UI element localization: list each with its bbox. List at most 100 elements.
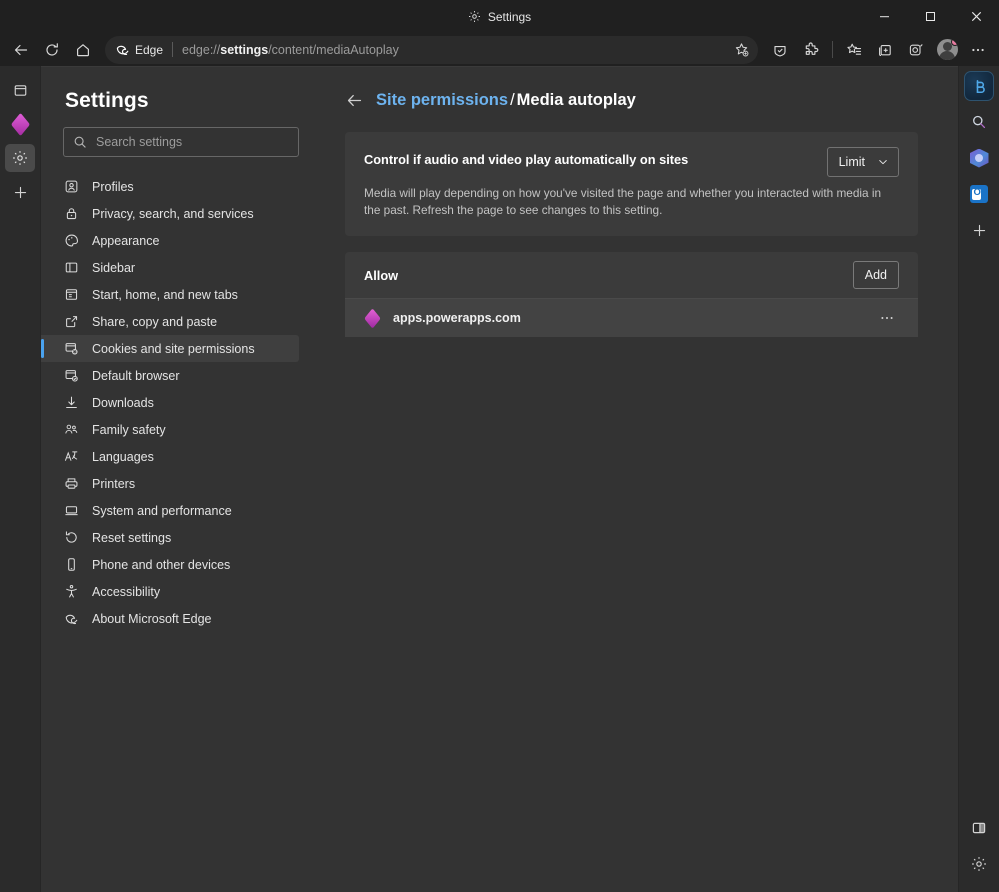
add-favorite-icon[interactable]: [728, 37, 754, 63]
settings-content: Site permissions / Media autoplay Control …: [321, 67, 958, 892]
sidebar-item-cookies-and-site-permissions[interactable]: Cookies and site permissions: [41, 335, 299, 362]
sidebar-item-label: Languages: [92, 449, 154, 464]
settings-gear-icon[interactable]: [5, 144, 35, 172]
sidebar-item-downloads[interactable]: Downloads: [41, 389, 299, 416]
sidebar-item-label: Printers: [92, 476, 136, 491]
sidebar-item-label: Privacy, search, and services: [92, 206, 254, 221]
split-screen-icon[interactable]: [964, 814, 994, 842]
sidebar-item-label: Family safety: [92, 422, 166, 437]
extensions-icon[interactable]: [796, 36, 826, 64]
breadcrumb: Site permissions / Media autoplay: [345, 91, 918, 110]
allow-list-card: Allow Add apps.powerapps.com: [345, 252, 918, 338]
sidebar-item-label: Appearance: [92, 233, 160, 248]
add-icon[interactable]: [5, 178, 35, 206]
system-icon: [63, 503, 79, 519]
profile-avatar[interactable]: [932, 36, 962, 64]
appearance-icon: [63, 233, 79, 249]
more-menu-icon[interactable]: [963, 36, 993, 64]
download-icon: [63, 395, 79, 411]
page-title: Settings: [65, 89, 149, 112]
edge-icon: [63, 611, 79, 627]
powerapps-icon[interactable]: [5, 110, 35, 138]
favorites-icon[interactable]: [839, 36, 869, 64]
home-button[interactable]: [68, 36, 98, 64]
screenshot-icon[interactable]: [901, 36, 931, 64]
microsoft365-icon[interactable]: [964, 144, 994, 172]
sidebar-item-system-and-performance[interactable]: System and performance: [41, 497, 299, 524]
phone-icon: [63, 557, 79, 573]
site-more-menu-icon[interactable]: [875, 306, 899, 330]
sidebar-item-label: Reset settings: [92, 530, 172, 545]
sidebar-item-start-home-new-tabs[interactable]: Start, home, and new tabs: [41, 281, 299, 308]
autoplay-setting-body: Control if audio and video play automati…: [345, 132, 918, 236]
sidebar-item-accessibility[interactable]: Accessibility: [41, 578, 299, 605]
autoplay-mode-select[interactable]: Limit: [826, 147, 899, 177]
powerapps-icon: [363, 308, 381, 329]
browser-toolbar: Edge edge://settings/content/mediaAutopl…: [0, 33, 999, 66]
collections-icon[interactable]: [870, 36, 900, 64]
sidebar-item-reset-settings[interactable]: Reset settings: [41, 524, 299, 551]
outlook-badge: [970, 185, 988, 203]
sidebar-item-about-microsoft-edge[interactable]: About Microsoft Edge: [41, 605, 299, 632]
vertical-tabs-icon[interactable]: [5, 76, 35, 104]
toolbar-divider: [832, 41, 833, 58]
autoplay-setting-card: Control if audio and video play automati…: [345, 132, 918, 237]
powerapps-diamond: [363, 308, 381, 329]
copilot-badge: [964, 71, 994, 101]
family-icon: [63, 422, 79, 438]
add-site-button[interactable]: Add: [852, 261, 899, 290]
breadcrumb-current: Media autoplay: [516, 91, 636, 109]
sidebar-item-default-browser[interactable]: Default browser: [41, 362, 299, 389]
autoplay-setting-description: Media will play depending on how you've …: [364, 186, 882, 218]
edge-brand-label: Edge: [135, 42, 164, 57]
sidebar-item-share-copy-paste[interactable]: Share, copy and paste: [41, 308, 299, 335]
sidebar-item-sidebar[interactable]: Sidebar: [41, 254, 299, 281]
autoplay-mode-value: Limit: [838, 155, 865, 169]
sidebar-item-label: Share, copy and paste: [92, 314, 218, 329]
left-vertical-rail: [0, 66, 41, 892]
search-settings-wrapper: [63, 127, 299, 157]
sidebar-item-label: Sidebar: [92, 260, 136, 275]
sidebar-item-phone-and-other-devices[interactable]: Phone and other devices: [41, 551, 299, 578]
sidebar-item-languages[interactable]: Languages: [41, 443, 299, 470]
address-bar[interactable]: Edge edge://settings/content/mediaAutopl…: [105, 35, 758, 64]
refresh-button[interactable]: [37, 36, 67, 64]
sidebar-item-appearance[interactable]: Appearance: [41, 227, 299, 254]
breadcrumb-text: Site permissions / Media autoplay: [376, 91, 636, 110]
allow-list-title: Allow: [364, 267, 399, 283]
powerapps-diamond: [10, 112, 30, 136]
autoplay-setting-heading: Control if audio and video play automati…: [364, 152, 689, 167]
sidebar-item-profiles[interactable]: Profiles: [41, 173, 299, 200]
back-button[interactable]: [6, 36, 36, 64]
settings-gear-icon: [468, 10, 481, 23]
browser-body: Settings Search settings Profiles Privac…: [0, 66, 999, 892]
add-icon[interactable]: [964, 216, 994, 244]
outlook-icon[interactable]: [964, 180, 994, 208]
autoplay-setting-row: Control if audio and video play automati…: [364, 147, 899, 177]
sidebar-item-family-safety[interactable]: Family safety: [41, 416, 299, 443]
wallet-icon[interactable]: [765, 36, 795, 64]
close-button[interactable]: [953, 0, 999, 33]
back-arrow-icon[interactable]: [345, 92, 363, 110]
start-home-icon: [63, 287, 79, 303]
microsoft365-badge: [969, 148, 989, 168]
sidebar-item-label: Cookies and site permissions: [92, 341, 255, 356]
copilot-icon[interactable]: [964, 71, 994, 101]
search-icon[interactable]: [964, 108, 994, 136]
breadcrumb-parent-link[interactable]: Site permissions: [376, 91, 508, 109]
maximize-button[interactable]: [907, 0, 953, 33]
sidebar-item-label: Accessibility: [92, 584, 161, 599]
sidebar-item-printers[interactable]: Printers: [41, 470, 299, 497]
avatar: [936, 39, 958, 60]
sidebar-item-privacy-search-services[interactable]: Privacy, search, and services: [41, 200, 299, 227]
settings-gear-icon[interactable]: [964, 850, 994, 878]
default-browser-icon: [63, 368, 79, 384]
search-input[interactable]: [96, 135, 289, 149]
table-row[interactable]: apps.powerapps.com: [345, 299, 918, 338]
search-settings-box[interactable]: [63, 127, 299, 157]
title-bar: Settings: [0, 0, 999, 33]
site-name: apps.powerapps.com: [393, 311, 521, 326]
chevron-down-icon: [877, 156, 889, 168]
cookies-icon: [63, 341, 79, 357]
minimize-button[interactable]: [861, 0, 907, 33]
